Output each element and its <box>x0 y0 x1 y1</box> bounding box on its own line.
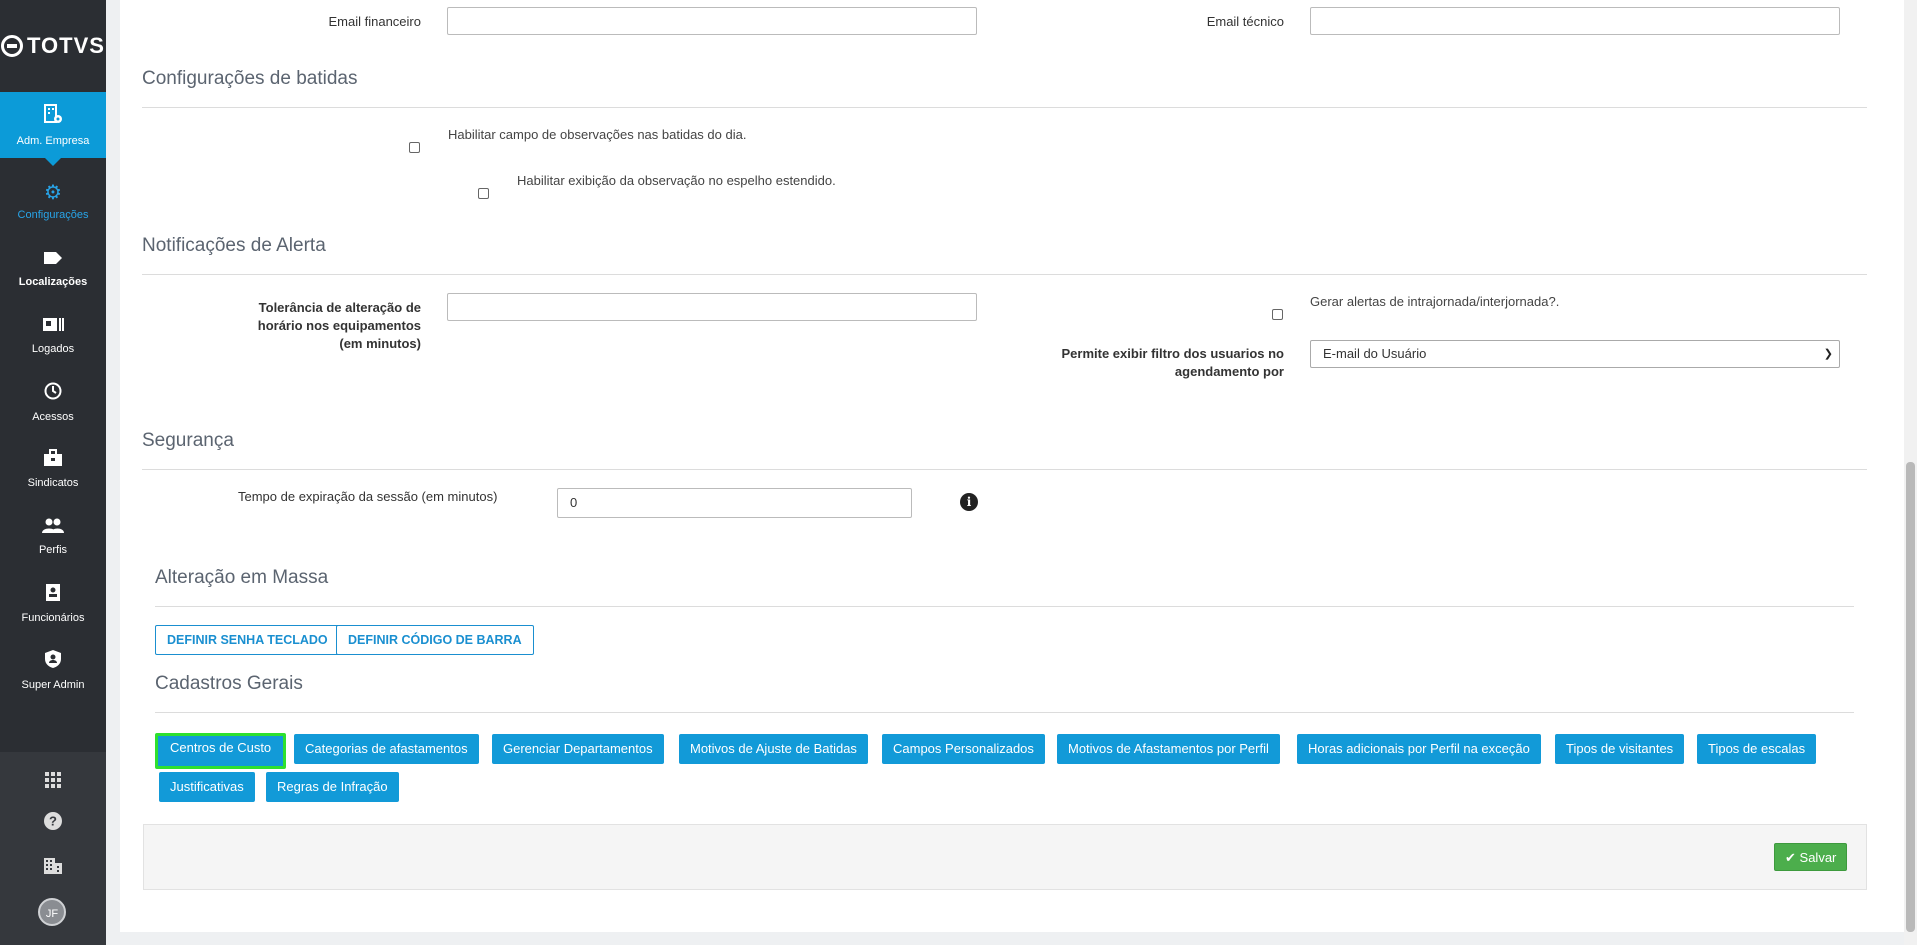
id-card-icon <box>42 316 64 338</box>
sessao-label: Tempo de expiração da sessão (em minutos… <box>238 489 498 504</box>
email-tecnico-label: Email técnico <box>1206 14 1284 29</box>
history-icon <box>43 381 63 406</box>
sidebar-item-adm-empresa[interactable]: Adm. Empresa <box>0 92 106 166</box>
help-icon[interactable]: ? <box>38 810 68 840</box>
badge-icon <box>45 582 61 607</box>
email-tecnico-input[interactable] <box>1310 7 1840 35</box>
sidebar-item-logados[interactable]: Logados <box>0 302 106 368</box>
sessao-input[interactable]: 0 <box>557 488 912 518</box>
categorias-afastamentos-button[interactable]: Categorias de afastamentos <box>294 734 479 764</box>
section-title-massa: Alteração em Massa <box>155 567 329 588</box>
info-icon[interactable]: i <box>960 493 978 511</box>
horas-adicionais-perfil-button[interactable]: Horas adicionais por Perfil na exceção <box>1297 734 1541 764</box>
tolerancia-label: Tolerância de alteração de horário nos e… <box>257 300 421 351</box>
sidebar-item-perfis[interactable]: Perfis <box>0 503 106 569</box>
section-title-alertas: Notificações de Alerta <box>142 235 326 256</box>
section-title-batidas: Configurações de batidas <box>142 68 358 89</box>
logo-text: TOTVS <box>27 33 105 58</box>
sidebar-item-label: Logados <box>31 342 75 355</box>
justificativas-button[interactable]: Justificativas <box>159 772 255 802</box>
shield-user-icon <box>44 649 62 674</box>
company-icon[interactable] <box>38 854 68 884</box>
building-gear-icon <box>42 103 64 130</box>
svg-text:?: ? <box>49 814 57 829</box>
form-footer <box>143 824 1867 890</box>
gerenciar-departamentos-button[interactable]: Gerenciar Departamentos <box>492 734 664 764</box>
sidebar-item-acessos[interactable]: Acessos <box>0 369 106 435</box>
tipos-escalas-button[interactable]: Tipos de escalas <box>1697 734 1817 764</box>
section-title-cadastros: Cadastros Gerais <box>155 673 303 694</box>
observacoes-checkbox-label: Habilitar campo de observações nas batid… <box>448 127 747 142</box>
check-icon: ✔ <box>1785 850 1796 865</box>
sidebar-item-label: Localizações <box>18 275 88 288</box>
sidebar-item-label: Perfis <box>38 543 68 556</box>
sidebar-item-label: Configurações <box>17 208 89 221</box>
scrollbar-thumb[interactable] <box>1906 462 1915 932</box>
email-financeiro-input[interactable] <box>447 7 977 35</box>
save-button-label: Salvar <box>1799 850 1837 865</box>
save-button[interactable]: ✔ Salvar <box>1774 843 1848 871</box>
people-icon <box>42 517 64 539</box>
avatar[interactable]: JF <box>38 898 66 926</box>
espelho-checkbox-label: Habilitar exibição da observação no espe… <box>517 173 836 188</box>
sidebar: TOTVS Adm. Empresa ⚙ Configurações Local… <box>0 0 106 945</box>
motivos-afastamentos-perfil-button[interactable]: Motivos de Afastamentos por Perfil <box>1057 734 1280 764</box>
espelho-checkbox[interactable] <box>478 188 489 199</box>
totvs-logo-icon <box>1 35 24 57</box>
divider <box>142 469 1867 470</box>
apps-grid-icon[interactable] <box>38 767 68 797</box>
section-title-seguranca: Segurança <box>142 430 234 451</box>
definir-senha-teclado-button[interactable]: DEFINIR SENHA TECLADO <box>155 625 340 655</box>
sidebar-item-configuracoes[interactable]: ⚙ Configurações <box>0 168 106 234</box>
motivos-ajuste-batidas-button[interactable]: Motivos de Ajuste de Batidas <box>679 734 868 764</box>
filtro-agendamento-value: E-mail do Usuário <box>1323 346 1427 361</box>
sidebar-item-sindicatos[interactable]: Sindicatos <box>0 436 106 502</box>
tag-icon <box>43 249 63 271</box>
email-financeiro-label: Email financeiro <box>328 14 422 29</box>
sidebar-item-funcionarios[interactable]: Funcionários <box>0 570 106 636</box>
sidebar-item-label: Funcionários <box>21 612 85 624</box>
gerar-alertas-label: Gerar alertas de intrajornada/interjorna… <box>1310 294 1560 309</box>
divider <box>142 274 1867 275</box>
sidebar-item-label: Super Admin <box>21 679 85 691</box>
briefcase-icon <box>43 449 63 472</box>
chevron-down-icon: ❯ <box>1823 348 1833 360</box>
sidebar-item-label: Acessos <box>32 411 74 423</box>
sidebar-item-label: Adm. Empresa <box>16 135 90 147</box>
observacoes-checkbox[interactable] <box>409 142 420 153</box>
tolerancia-input[interactable] <box>447 293 977 321</box>
filtro-agendamento-label: Permite exibir filtro dos usuarios no ag… <box>1061 346 1285 379</box>
gear-icon: ⚙ <box>44 181 62 204</box>
filtro-agendamento-select[interactable]: E-mail do Usuário ❯ <box>1310 340 1840 368</box>
divider <box>142 107 1867 108</box>
definir-codigo-barra-button[interactable]: DEFINIR CÓDIGO DE BARRA <box>336 625 534 655</box>
regras-infracao-button[interactable]: Regras de Infração <box>266 772 399 802</box>
centros-de-custo-button[interactable]: Centros de Custo <box>155 733 287 769</box>
sidebar-item-label: Sindicatos <box>27 477 79 489</box>
divider <box>155 712 1854 713</box>
sidebar-item-super-admin[interactable]: Super Admin <box>0 637 106 703</box>
totvs-logo[interactable]: TOTVS <box>0 0 106 92</box>
campos-personalizados-button[interactable]: Campos Personalizados <box>882 734 1045 764</box>
gerar-alertas-checkbox[interactable] <box>1272 309 1283 320</box>
tipos-visitantes-button[interactable]: Tipos de visitantes <box>1555 734 1685 764</box>
divider <box>155 606 1854 607</box>
sidebar-item-localizacoes[interactable]: Localizações <box>0 235 106 301</box>
